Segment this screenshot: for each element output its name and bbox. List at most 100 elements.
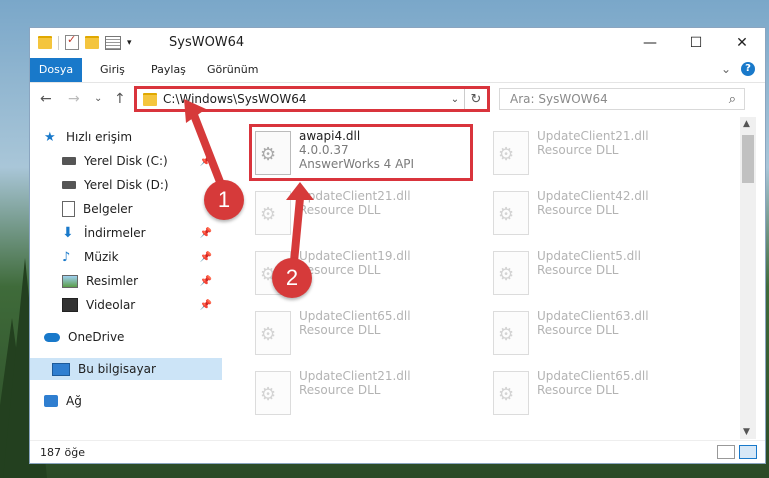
folder-icon [143,92,157,106]
sidebar-item-pictures[interactable]: Resimler 📌 [62,270,222,292]
sidebar-item-music[interactable]: ♪ Müzik 📌 [62,246,222,268]
sidebar-item-label: İndirmeler [84,226,146,240]
annotation-arrow-2 [286,182,314,266]
address-dropdown-icon[interactable]: ⌄ [446,94,464,105]
file-description: Resource DLL [537,383,619,397]
vertical-scrollbar[interactable]: ▲ ▼ [740,117,756,439]
folder-icon[interactable] [38,36,52,49]
file-item[interactable]: ⚙ UpdateClient63.dll Resource DLL [489,305,714,361]
sidebar-item-label: Ağ [66,394,82,408]
window-title: SysWOW64 [169,35,245,50]
file-item[interactable]: ⚙ UpdateClient65.dll Resource DLL [489,365,714,421]
toolbar-separator [58,35,59,50]
sidebar-item-downloads[interactable]: ⬇ İndirmeler 📌 [62,222,222,244]
sidebar-item-label: Resimler [86,274,139,288]
customize-toolbar-icon[interactable] [105,35,121,50]
pin-icon[interactable]: 📌 [200,300,212,311]
highlight-box-file [249,124,473,181]
up-button[interactable]: ↑ [114,91,126,107]
file-description: Resource DLL [537,143,619,157]
dll-file-icon: ⚙ [493,131,529,175]
properties-check-icon[interactable] [65,33,79,50]
pin-icon[interactable]: 📌 [200,228,212,239]
sidebar-item-this-pc[interactable]: Bu bilgisayar [30,358,222,380]
minimize-button[interactable]: — [627,28,673,58]
file-name: UpdateClient65.dll [537,369,649,383]
videos-icon [62,298,78,312]
file-item[interactable]: ⚙ UpdateClient5.dll Resource DLL [489,245,714,301]
tab-view[interactable]: Görünüm [207,58,258,82]
view-switcher [717,445,757,459]
maximize-button[interactable]: ☐ [673,28,719,58]
forward-button[interactable]: → [68,91,80,107]
downloads-icon: ⬇ [62,225,74,241]
tab-home[interactable]: Giriş [100,58,125,82]
pictures-icon [62,274,78,288]
pin-icon[interactable]: 📌 [200,252,212,263]
dll-file-icon: ⚙ [255,311,291,355]
scroll-down-icon[interactable]: ▼ [743,427,750,437]
dll-file-icon: ⚙ [493,191,529,235]
file-item[interactable]: ⚙ UpdateClient21.dll Resource DLL [489,125,714,181]
gear-icon: ⚙ [260,204,277,225]
item-count: 187 öğe [40,445,85,459]
sidebar-item-label: Müzik [84,250,119,264]
sidebar-item-documents[interactable]: Belgeler [62,198,222,220]
tab-share[interactable]: Paylaş [151,58,186,82]
gear-icon: ⚙ [498,144,515,165]
details-view-icon[interactable] [717,445,735,459]
sidebar-item-videos[interactable]: Videolar 📌 [62,294,222,316]
ribbon-right-controls: ⌄ ? [721,62,755,76]
help-icon[interactable]: ? [741,62,755,76]
chevron-down-icon[interactable]: ▾ [127,38,132,48]
file-description: Resource DLL [299,383,381,397]
file-name: UpdateClient63.dll [537,309,649,323]
refresh-button[interactable]: ↻ [464,89,487,109]
scroll-up-icon[interactable]: ▲ [743,119,750,129]
expand-ribbon-icon[interactable]: ⌄ [721,62,731,76]
new-folder-icon[interactable] [85,36,99,49]
this-pc-icon [52,362,70,376]
sidebar-item-label: Yerel Disk (C:) [84,154,168,168]
gear-icon: ⚙ [260,324,277,345]
close-button[interactable]: ✕ [719,28,765,58]
tab-file[interactable]: Dosya [30,58,82,82]
file-name: UpdateClient5.dll [537,249,641,263]
tiles-view-icon[interactable] [739,445,757,459]
ribbon-tabs: Dosya Giriş Paylaş Görünüm ⌄ ? [30,58,765,83]
gear-icon: ⚙ [498,204,515,225]
dll-file-icon: ⚙ [255,371,291,415]
annotation-marker-1: 1 [204,180,244,220]
onedrive-icon [44,332,60,342]
star-icon: ★ [44,129,56,145]
file-item[interactable]: ⚙ UpdateClient65.dll Resource DLL [251,305,476,361]
dll-file-icon: ⚙ [493,251,529,295]
window-controls: — ☐ ✕ [627,28,765,58]
recent-locations-button[interactable]: ⌄ [94,93,102,104]
scrollbar-thumb[interactable] [742,135,754,183]
file-description: Resource DLL [537,263,619,277]
search-box[interactable]: Ara: SysWOW64 ⌕ [499,88,745,110]
annotation-arrow-1 [184,99,226,191]
search-icon[interactable]: ⌕ [729,92,736,107]
documents-icon [62,201,75,217]
dll-file-icon: ⚙ [493,371,529,415]
network-icon [44,395,58,407]
file-name: UpdateClient21.dll [299,369,411,383]
sidebar-item-label: OneDrive [68,330,125,344]
navigation-bar: ← → ⌄ ↑ C:\Windows\SysWOW64 ⌄ ↻ Ara: Sys… [30,83,765,117]
sidebar-item-onedrive[interactable]: OneDrive [44,326,222,348]
file-name: UpdateClient65.dll [299,309,411,323]
pin-icon[interactable]: 📌 [200,276,212,287]
file-item[interactable]: ⚙ UpdateClient42.dll Resource DLL [489,185,714,241]
gear-icon: ⚙ [498,384,515,405]
sidebar-item-network[interactable]: Ağ [44,390,222,412]
sidebar-item-label: Yerel Disk (D:) [84,178,169,192]
explorer-window: ▾ SysWOW64 — ☐ ✕ Dosya Giriş Paylaş Görü… [29,27,766,464]
title-bar: ▾ SysWOW64 — ☐ ✕ [30,28,765,58]
file-item[interactable]: ⚙ UpdateClient21.dll Resource DLL [251,365,476,421]
sidebar-item-label: Belgeler [83,202,133,216]
quick-access-toolbar: ▾ [38,33,132,50]
file-name: UpdateClient21.dll [537,129,649,143]
back-button[interactable]: ← [40,91,52,107]
